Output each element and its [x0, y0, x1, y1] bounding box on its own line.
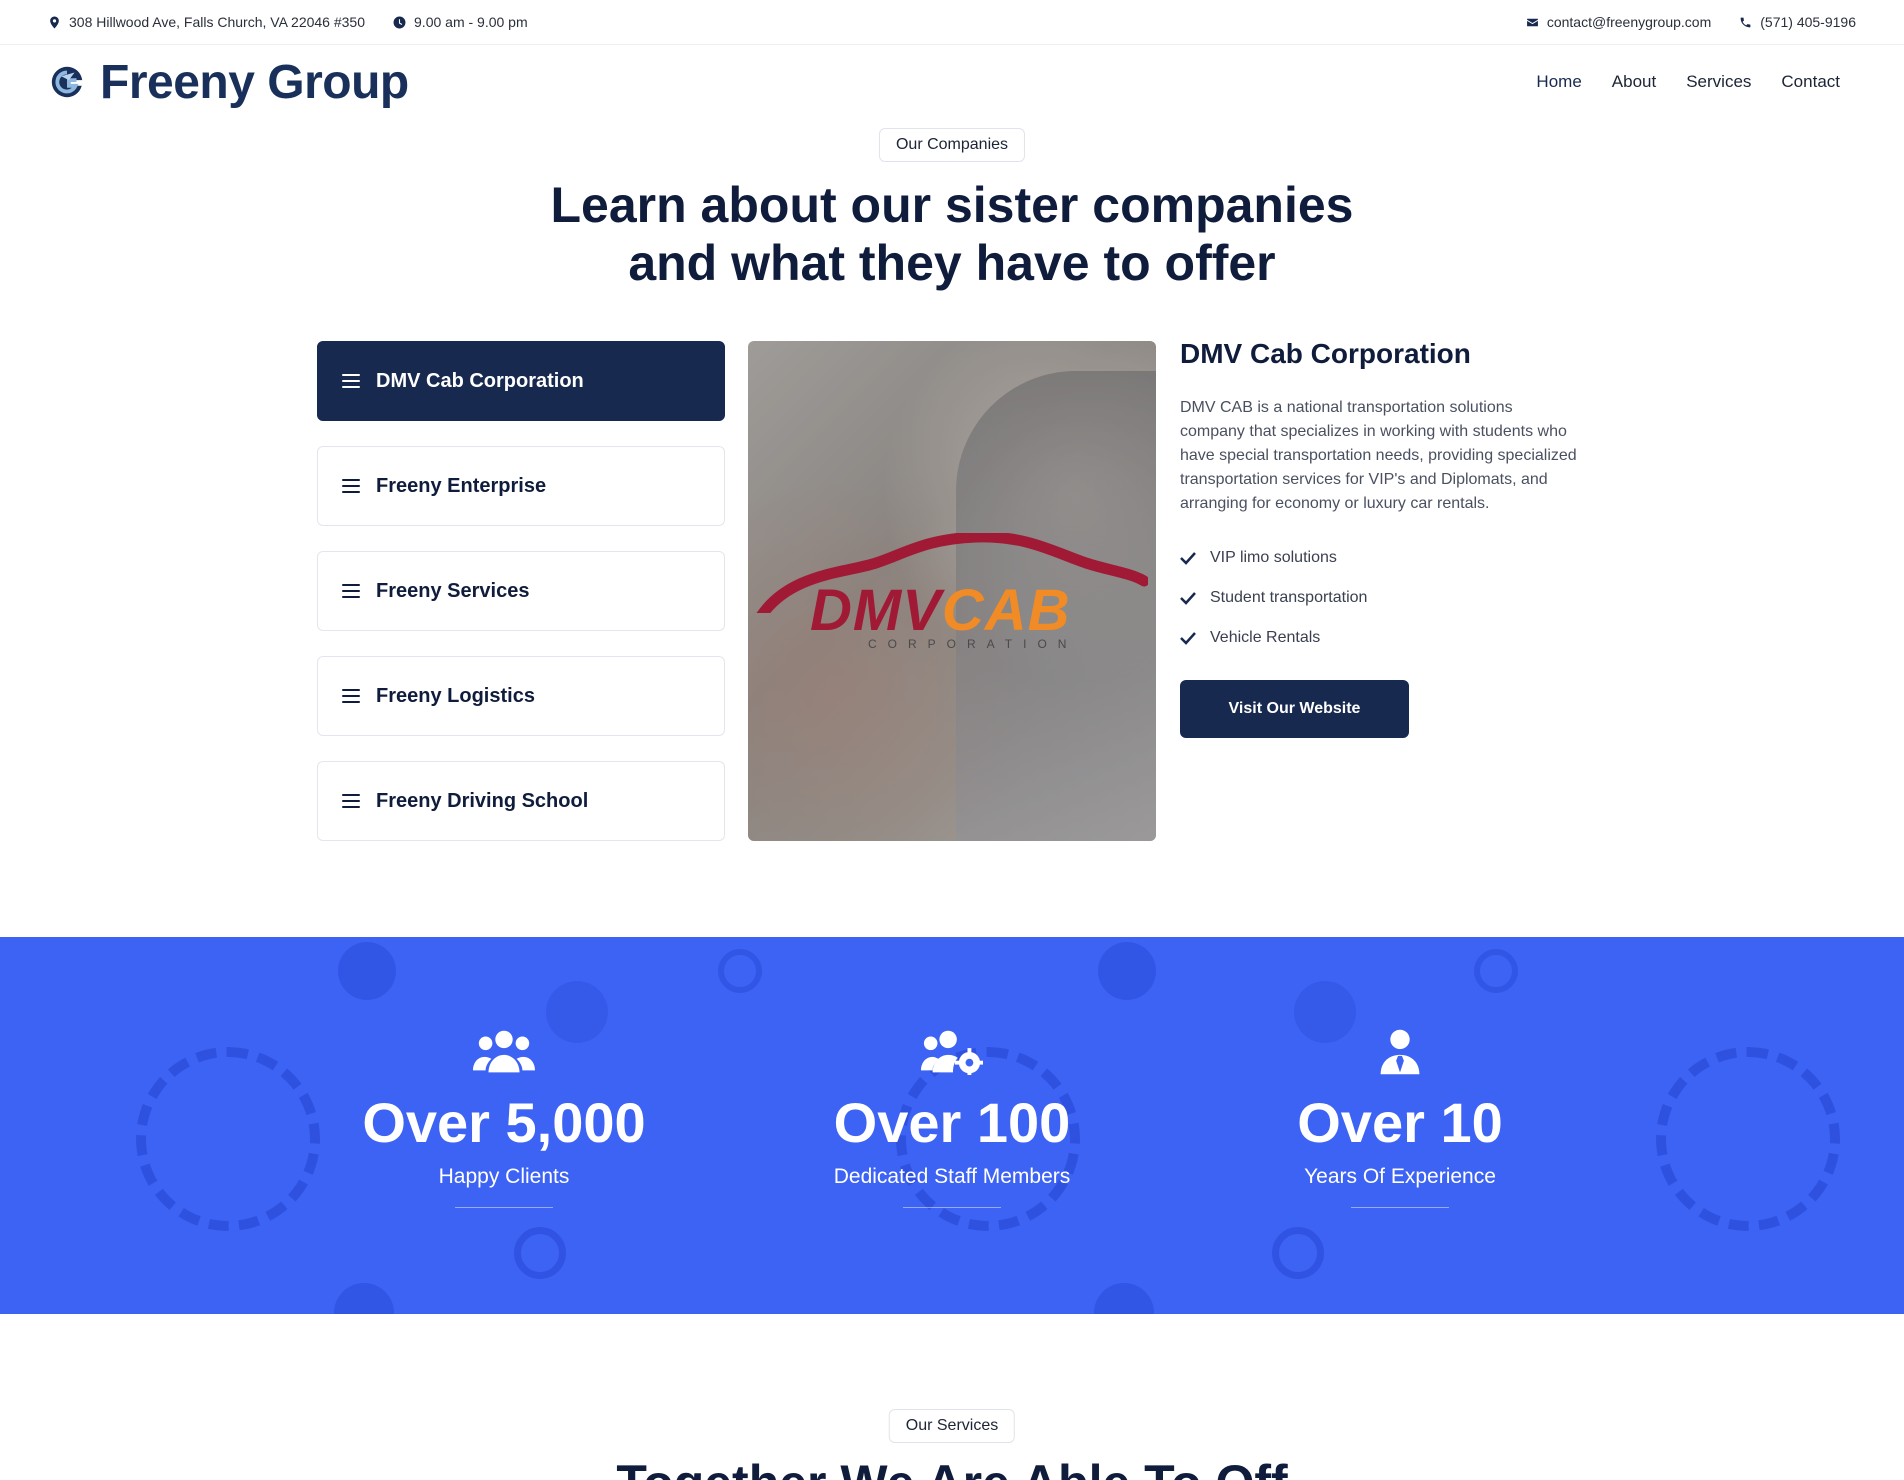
tab-freeny-driving-school[interactable]: Freeny Driving School	[317, 761, 725, 841]
check-icon	[1180, 592, 1196, 605]
tab-freeny-services[interactable]: Freeny Services	[317, 551, 725, 631]
decor-ring	[514, 1227, 566, 1279]
company-detail: DMV Cab Corporation DMV CAB is a nationa…	[1180, 338, 1580, 738]
site-header: Freeny Group Home About Services Contact	[0, 46, 1904, 118]
check-icon	[1180, 632, 1196, 645]
users-icon	[304, 1029, 704, 1077]
phone-icon	[1740, 17, 1751, 27]
menu-lines-icon	[342, 794, 360, 808]
tab-label: Freeny Services	[376, 579, 530, 602]
check-icon	[1180, 552, 1196, 565]
tab-dmv-cab[interactable]: DMV Cab Corporation	[317, 341, 725, 421]
stat-divider	[1351, 1207, 1449, 1208]
company-description: DMV CAB is a national transportation sol…	[1180, 399, 1577, 512]
nav-contact[interactable]: Contact	[1781, 72, 1840, 92]
companies-headline: Learn about our sister companies and wha…	[0, 176, 1904, 292]
company-tabs: DMV Cab Corporation Freeny Enterprise Fr…	[317, 341, 725, 866]
email-info[interactable]: contact@freenygroup.com	[1526, 14, 1711, 30]
stats-band: Over 5,000 Happy Clients Over 100 Dedica…	[0, 937, 1904, 1314]
top-info-right: contact@freenygroup.com (571) 405-9196	[1526, 14, 1856, 30]
menu-lines-icon	[342, 479, 360, 493]
menu-lines-icon	[342, 374, 360, 388]
map-pin-icon	[50, 16, 59, 28]
tab-label: DMV Cab Corporation	[376, 369, 584, 392]
top-info-bar: 308 Hillwood Ave, Falls Church, VA 22046…	[0, 0, 1904, 45]
feature-text: Student transportation	[1210, 589, 1368, 606]
logo-word-cab: CAB	[941, 578, 1071, 643]
nav-home[interactable]: Home	[1536, 72, 1581, 92]
decor-circle	[1094, 1283, 1154, 1314]
stat-value: Over 5,000	[362, 1091, 646, 1154]
company-title: DMV Cab Corporation	[1180, 338, 1471, 369]
decor-ring	[1272, 1227, 1324, 1279]
decor-dashed-ring	[136, 1047, 320, 1231]
headline-line-2: and what they have to offer	[628, 235, 1276, 291]
users-cog-icon	[752, 1029, 1152, 1077]
tab-freeny-logistics[interactable]: Freeny Logistics	[317, 656, 725, 736]
decor-circle	[334, 1283, 394, 1314]
stat-divider	[455, 1207, 553, 1208]
companies-eyebrow: Our Companies	[878, 128, 1026, 162]
main-nav: Home About Services Contact	[1536, 72, 1840, 92]
decor-circle	[1098, 942, 1156, 1000]
logo-subtext: CORPORATION	[868, 637, 1078, 651]
decor-circle	[338, 942, 396, 1000]
stat-label: Dedicated Staff Members	[833, 1165, 1071, 1188]
decor-dashed-ring	[1656, 1047, 1840, 1231]
dmv-cab-logo: DMVCAB CORPORATION	[756, 533, 1148, 653]
list-item: VIP limo solutions	[1180, 538, 1580, 578]
headline-line-1: Learn about our sister companies	[550, 177, 1354, 233]
decor-ring	[1474, 949, 1518, 993]
stat-years-experience: Over 10 Years Of Experience	[1200, 1029, 1600, 1208]
nav-about[interactable]: About	[1612, 72, 1656, 92]
brand-name: Freeny Group	[100, 55, 409, 109]
user-tie-icon	[1200, 1029, 1600, 1077]
stat-value: Over 10	[1297, 1091, 1503, 1154]
tab-freeny-enterprise[interactable]: Freeny Enterprise	[317, 446, 725, 526]
envelope-icon	[1526, 18, 1538, 26]
stat-value: Over 100	[833, 1091, 1071, 1154]
top-info-left: 308 Hillwood Ave, Falls Church, VA 22046…	[48, 14, 528, 30]
company-photo: DMVCAB CORPORATION	[748, 341, 1156, 841]
logo-word-dmv: DMV	[810, 578, 942, 643]
hours-text: 9.00 am - 9.00 pm	[414, 14, 528, 30]
tab-label: Freeny Driving School	[376, 789, 589, 812]
stat-label: Happy Clients	[438, 1165, 570, 1188]
list-item: Vehicle Rentals	[1180, 618, 1580, 658]
nav-services[interactable]: Services	[1686, 72, 1751, 92]
feature-text: VIP limo solutions	[1210, 549, 1337, 566]
menu-lines-icon	[342, 584, 360, 598]
feature-list: VIP limo solutions Student transportatio…	[1180, 538, 1580, 658]
decor-ring	[718, 949, 762, 993]
address-info: 308 Hillwood Ave, Falls Church, VA 22046…	[48, 14, 365, 30]
stat-divider	[903, 1207, 1001, 1208]
stat-label: Years Of Experience	[1304, 1165, 1496, 1188]
phone-info[interactable]: (571) 405-9196	[1739, 14, 1856, 30]
address-text: 308 Hillwood Ave, Falls Church, VA 22046…	[69, 14, 366, 30]
phone-link[interactable]: (571) 405-9196	[1760, 14, 1856, 30]
freeny-logo-icon	[51, 66, 83, 98]
email-link[interactable]: contact@freenygroup.com	[1547, 14, 1711, 30]
logo-wordmark: DMVCAB	[810, 577, 1071, 644]
clock-icon	[393, 16, 406, 28]
stat-happy-clients: Over 5,000 Happy Clients	[304, 1029, 704, 1208]
hours-info: 9.00 am - 9.00 pm	[393, 14, 528, 30]
tab-label: Freeny Logistics	[376, 684, 535, 707]
services-headline: Together We Are Able To Off	[0, 1454, 1904, 1480]
feature-text: Vehicle Rentals	[1210, 629, 1321, 646]
services-eyebrow: Our Services	[888, 1409, 1016, 1443]
visit-website-button[interactable]: Visit Our Website	[1180, 680, 1409, 738]
stat-staff-members: Over 100 Dedicated Staff Members	[752, 1029, 1152, 1208]
menu-lines-icon	[342, 689, 360, 703]
list-item: Student transportation	[1180, 578, 1580, 618]
tab-label: Freeny Enterprise	[376, 474, 547, 497]
brand[interactable]: Freeny Group	[48, 55, 409, 110]
